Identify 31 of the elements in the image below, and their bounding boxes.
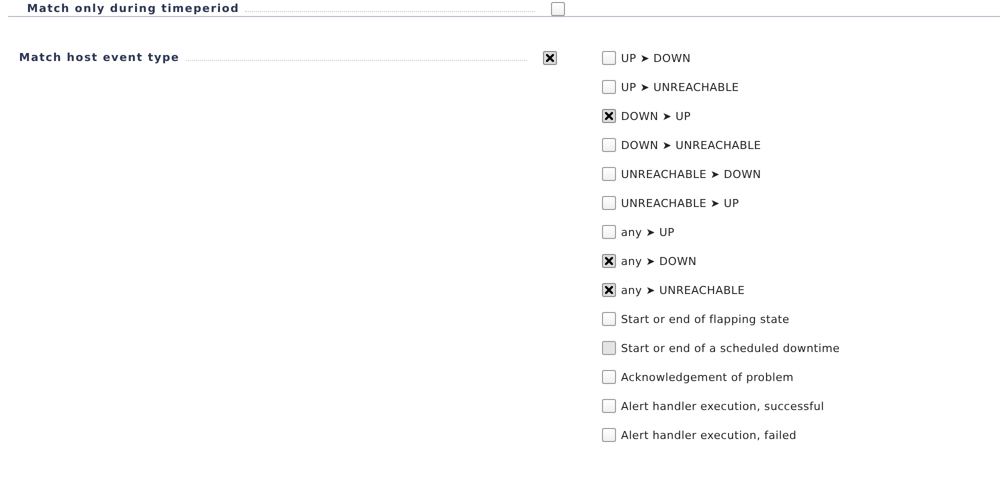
setting-label: Match host event type	[19, 51, 180, 64]
option-label[interactable]: Start or end of flapping state	[621, 312, 790, 326]
checkbox[interactable]	[543, 51, 557, 65]
setting-label: Match only during timeperiod	[27, 2, 240, 15]
checkbox[interactable]	[602, 370, 616, 384]
checkbox[interactable]	[602, 80, 616, 94]
checkbox[interactable]	[551, 2, 565, 16]
checkbox[interactable]	[602, 283, 616, 297]
option-label[interactable]: DOWN ➤ UP	[621, 110, 691, 122]
option-label[interactable]: UNREACHABLE ➤ DOWN	[621, 168, 762, 180]
checkbox[interactable]	[602, 312, 616, 326]
option-label[interactable]: Alert handler execution, successful	[621, 400, 824, 412]
option-label[interactable]: UP ➤ UNREACHABLE	[621, 80, 740, 94]
option-label[interactable]: any ➤ UNREACHABLE	[621, 284, 745, 296]
checkbox[interactable]	[602, 167, 616, 181]
option-label[interactable]: DOWN ➤ UNREACHABLE	[621, 138, 762, 152]
option-label[interactable]: Acknowledgement of problem	[621, 370, 794, 384]
checkbox[interactable]	[602, 399, 616, 413]
option-label[interactable]: UP ➤ DOWN	[621, 52, 691, 64]
checkbox[interactable]	[602, 428, 616, 442]
option-label[interactable]: Start or end of a scheduled downtime	[621, 342, 840, 354]
checkbox[interactable]	[602, 254, 616, 268]
checkbox[interactable]	[602, 138, 616, 152]
option-label[interactable]: UNREACHABLE ➤ UP	[621, 196, 740, 210]
option-label[interactable]: any ➤ UP	[621, 226, 675, 238]
checkbox[interactable]	[602, 51, 616, 65]
option-label[interactable]: Alert handler execution, failed	[621, 428, 797, 442]
checkbox[interactable]	[602, 109, 616, 123]
option-label[interactable]: any ➤ DOWN	[621, 254, 697, 268]
checkbox[interactable]	[602, 225, 616, 239]
checkbox[interactable]	[602, 196, 616, 210]
